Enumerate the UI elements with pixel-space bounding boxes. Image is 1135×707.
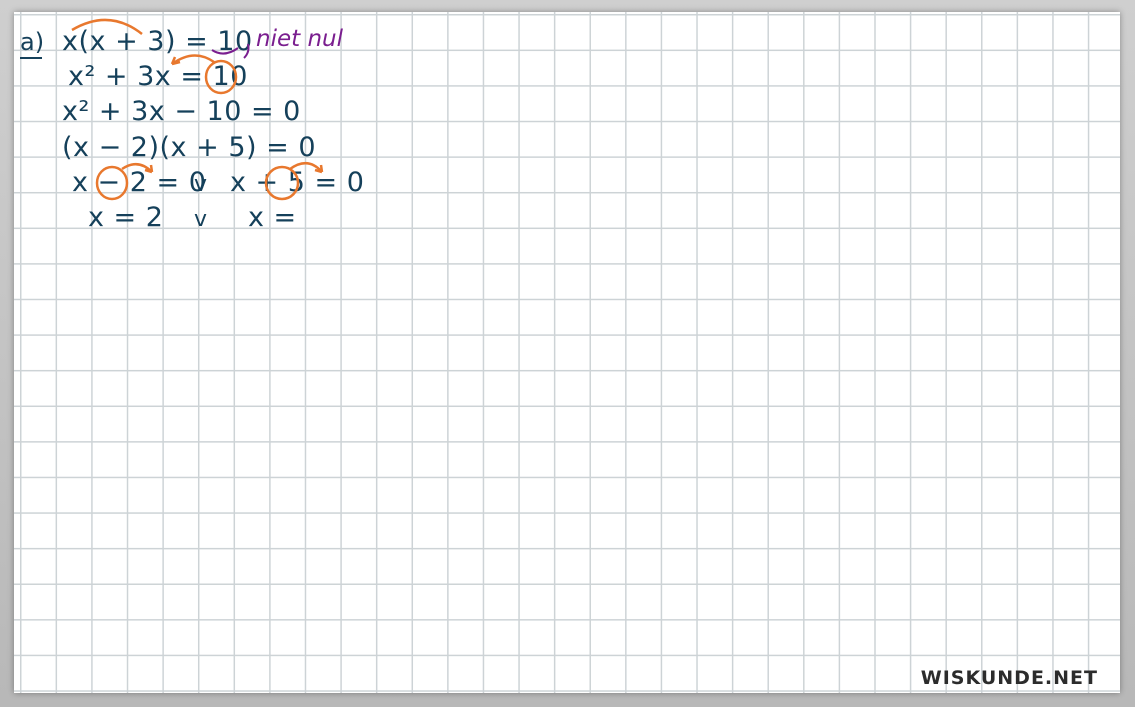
equation-line-3: x² + 3x − 10 = 0 <box>62 96 301 127</box>
equation-line-1: x(x + 3) = 10 <box>62 26 253 57</box>
equation-line-5-right: x + 5 = 0 <box>230 167 365 198</box>
solution-line-right: x = <box>248 202 297 233</box>
annotation-note: niet nul <box>256 26 343 52</box>
or-symbol-2: v <box>194 207 208 232</box>
equation-line-5-left: x − 2 = 0 <box>72 167 207 198</box>
video-frame: a) x(x + 3) = 10 niet nul x² + 3x = 10 x… <box>0 0 1135 707</box>
solution-line-left: x = 2 <box>88 202 164 233</box>
part-label-underline <box>20 57 42 59</box>
or-symbol-1: v <box>194 172 208 197</box>
site-watermark: WISKUNDE.NET <box>920 667 1098 689</box>
graph-paper: a) x(x + 3) = 10 niet nul x² + 3x = 10 x… <box>14 12 1120 693</box>
equation-line-2: x² + 3x = 10 <box>68 61 248 92</box>
equation-line-4: (x − 2)(x + 5) = 0 <box>62 132 316 163</box>
part-label: a) <box>20 28 45 56</box>
